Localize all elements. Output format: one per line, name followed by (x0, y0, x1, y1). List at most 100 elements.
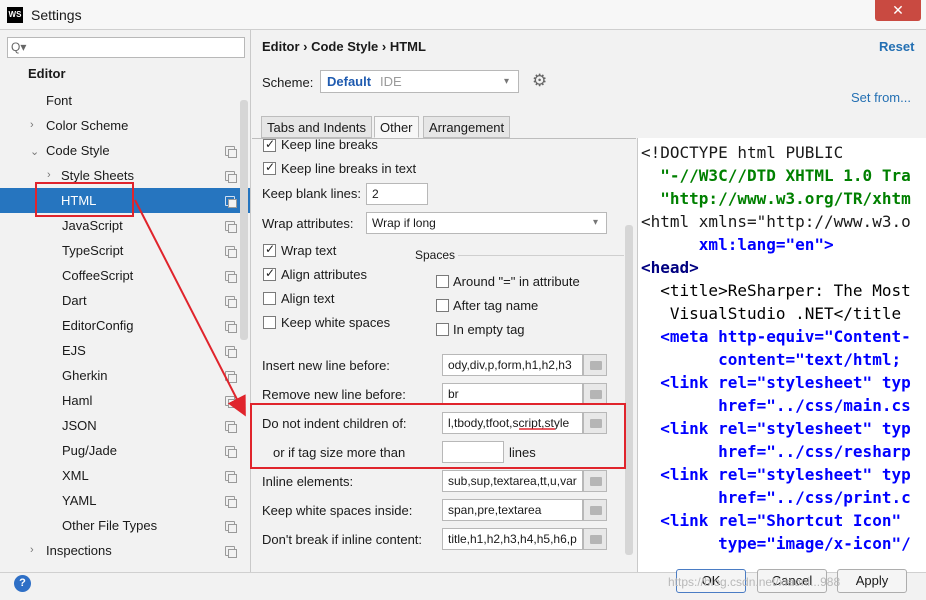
copy-icon (225, 271, 237, 283)
folder-browse-button[interactable] (583, 470, 607, 492)
sidebar-item-coffeescript[interactable]: CoffeeScript (62, 263, 133, 288)
sidebar-item-other-file-types[interactable]: Other File Types (62, 513, 157, 538)
remove-new-line-label: Remove new line before: (262, 387, 406, 402)
code-line: <head> (641, 258, 699, 277)
code-line: href="../css/print.c (641, 488, 911, 507)
code-line: "-//W3C//DTD XHTML 1.0 Tra (641, 166, 911, 185)
keep-line-breaks-text-checkbox[interactable] (263, 160, 276, 175)
sidebar-item-ejs[interactable]: EJS (62, 338, 86, 363)
chevron-right-icon[interactable]: › (30, 544, 34, 556)
sidebar-item-inspections[interactable]: Inspections (46, 538, 112, 563)
insert-new-line-field[interactable]: ody,div,p,form,h1,h2,h3 (442, 354, 583, 376)
sidebar-scrollbar[interactable] (240, 100, 248, 340)
copy-icon (225, 396, 237, 408)
code-line: <!DOCTYPE html PUBLIC (641, 143, 844, 162)
align-attributes-label: Align attributes (281, 267, 367, 282)
sidebar-item-color-scheme[interactable]: Color Scheme (46, 113, 128, 138)
tab-other[interactable]: Other (374, 116, 419, 138)
chevron-right-icon[interactable]: › (30, 119, 34, 131)
copy-icon (225, 221, 237, 233)
set-from-link[interactable]: Set from... (851, 90, 911, 105)
chevron-down-icon[interactable]: ⌄ (30, 145, 39, 158)
keep-line-breaks-checkbox[interactable] (263, 137, 276, 152)
wrap-attributes-select[interactable]: Wrap if long (366, 212, 607, 234)
code-line: <meta http-equiv="Content- (641, 327, 911, 346)
sidebar-item-pug-jade[interactable]: Pug/Jade (62, 438, 117, 463)
folder-browse-button[interactable] (583, 499, 607, 521)
tab-tabs-and-indents[interactable]: Tabs and Indents (261, 116, 373, 138)
reset-link[interactable]: Reset (879, 39, 914, 54)
copy-icon (225, 471, 237, 483)
copy-icon (225, 371, 237, 383)
sidebar-item-gherkin[interactable]: Gherkin (62, 363, 108, 388)
sidebar-item-code-style[interactable]: Code Style (46, 138, 110, 163)
keep-ws-inside-label: Keep white spaces inside: (262, 503, 413, 518)
gear-icon[interactable]: ⚙ (532, 71, 547, 91)
sidebar-item-editor[interactable]: Editor (28, 61, 66, 86)
wrap-text-checkbox[interactable] (263, 242, 276, 257)
dont-break-field[interactable]: title,h1,h2,h3,h4,h5,h6,p (442, 528, 583, 550)
keep-line-breaks-text-label: Keep line breaks in text (281, 161, 417, 176)
tab-arrangement[interactable]: Arrangement (423, 116, 511, 138)
code-line: "http://www.w3.org/TR/xhtm (641, 189, 911, 208)
title-bar (0, 0, 926, 30)
align-text-checkbox[interactable] (263, 292, 276, 305)
inline-elements-label: Inline elements: (262, 474, 354, 489)
around-eq-label: Around "=" in attribute (453, 274, 580, 289)
copy-icon (225, 296, 237, 308)
in-empty-tag-checkbox[interactable] (436, 323, 449, 336)
code-preview: <!DOCTYPE html PUBLIC "-//W3C//DTD XHTML… (637, 138, 926, 572)
copy-icon (225, 246, 237, 258)
chevron-down-icon: ▾ (504, 76, 510, 87)
keep-white-spaces-checkbox[interactable] (263, 316, 276, 329)
chevron-right-icon[interactable]: › (47, 169, 51, 181)
sidebar-item-font[interactable]: Font (46, 88, 72, 113)
apply-button[interactable]: Apply (837, 569, 907, 593)
keep-ws-inside-field[interactable]: span,pre,textarea (442, 499, 583, 521)
copy-icon (225, 196, 237, 208)
sidebar-item-haml[interactable]: Haml (62, 388, 92, 413)
code-line: <link rel="stylesheet" typ (641, 465, 911, 484)
sidebar-item-xml[interactable]: XML (62, 463, 89, 488)
keep-line-breaks-label: Keep line breaks (281, 137, 378, 152)
help-icon[interactable]: ? (14, 575, 31, 592)
inline-elements-field[interactable]: sub,sup,textarea,tt,u,var (442, 470, 583, 492)
code-line: xml:lang="en"> (641, 235, 834, 254)
close-window-button[interactable]: ✕ (875, 0, 921, 21)
annotation-box-html (35, 182, 134, 217)
code-line: href="../css/main.cs (641, 396, 911, 415)
copy-icon (225, 321, 237, 333)
after-tag-name-checkbox[interactable] (436, 299, 449, 312)
sidebar-item-json[interactable]: JSON (62, 413, 97, 438)
wrap-attributes-label: Wrap attributes: (262, 216, 354, 231)
spaces-group-header: Spaces (415, 248, 456, 262)
copy-icon (225, 446, 237, 458)
copy-icon (225, 421, 237, 433)
sidebar-item-dart[interactable]: Dart (62, 288, 87, 313)
code-line: <html xmlns="http://www.w3.o (641, 212, 911, 231)
app-logo-icon: WS (7, 7, 23, 23)
chevron-down-icon: ▾ (593, 217, 599, 228)
sidebar-item-yaml[interactable]: YAML (62, 488, 96, 513)
wrap-text-label: Wrap text (281, 243, 337, 258)
copy-icon (225, 171, 237, 183)
align-attributes-checkbox[interactable] (263, 266, 276, 281)
code-line: <title>ReSharper: The Most (641, 281, 911, 300)
scheme-name: Default (327, 74, 372, 89)
after-tag-name-label: After tag name (453, 298, 539, 313)
form-scrollbar[interactable] (625, 225, 633, 555)
sidebar-item-editorconfig[interactable]: EditorConfig (62, 313, 134, 338)
in-empty-tag-label: In empty tag (453, 322, 525, 337)
folder-browse-button[interactable] (583, 528, 607, 550)
code-line: href="../css/resharp (641, 442, 911, 461)
sidebar-item-typescript[interactable]: TypeScript (62, 238, 123, 263)
around-eq-checkbox[interactable] (436, 275, 449, 288)
settings-search-input[interactable] (7, 37, 245, 58)
keep-blank-lines-field[interactable]: 2 (366, 183, 428, 205)
code-line: type="image/x-icon"/ (641, 534, 911, 553)
folder-browse-button[interactable] (583, 383, 607, 405)
folder-browse-button[interactable] (583, 354, 607, 376)
copy-icon (225, 496, 237, 508)
remove-new-line-field[interactable]: br (442, 383, 583, 405)
copy-icon (225, 521, 237, 533)
